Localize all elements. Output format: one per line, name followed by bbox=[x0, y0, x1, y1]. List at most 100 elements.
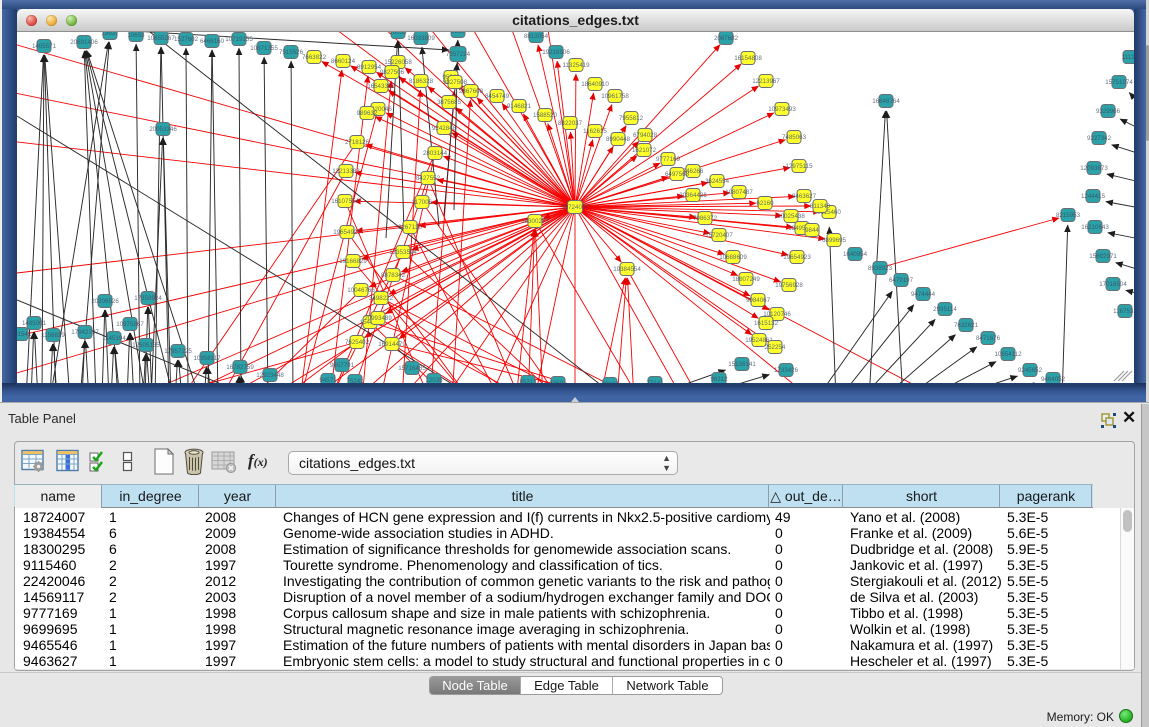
svg-text:3267130: 3267130 bbox=[398, 224, 423, 231]
svg-text:3498222: 3498222 bbox=[369, 295, 394, 302]
svg-text:17957225: 17957225 bbox=[164, 348, 192, 355]
svg-text:20364436: 20364436 bbox=[679, 192, 707, 199]
svg-text:10719155: 10719155 bbox=[225, 36, 253, 43]
svg-text:8454749: 8454749 bbox=[485, 93, 510, 100]
svg-text:9464052: 9464052 bbox=[1041, 376, 1066, 383]
svg-text:9245652: 9245652 bbox=[1018, 367, 1043, 374]
svg-text:10046766: 10046766 bbox=[347, 287, 375, 294]
svg-text:3624554: 3624554 bbox=[705, 178, 730, 185]
svg-text:16648764: 16648764 bbox=[872, 98, 900, 105]
svg-text:9657791: 9657791 bbox=[330, 362, 355, 369]
svg-text:10958117: 10958117 bbox=[193, 355, 221, 362]
svg-text:8878342: 8878342 bbox=[381, 272, 406, 279]
svg-text:8215953: 8215953 bbox=[1056, 212, 1081, 219]
svg-text:19218506: 19218506 bbox=[542, 49, 570, 56]
svg-text:9463627: 9463627 bbox=[792, 193, 817, 200]
svg-text:1156829: 1156829 bbox=[41, 332, 65, 339]
svg-text:1244415: 1244415 bbox=[1081, 193, 1106, 200]
svg-text:17359924: 17359924 bbox=[134, 295, 162, 302]
svg-text:7625402: 7625402 bbox=[345, 339, 370, 346]
svg-text:10653: 10653 bbox=[127, 32, 145, 39]
svg-text:10807487: 10807487 bbox=[725, 189, 753, 196]
svg-text:6794028: 6794028 bbox=[633, 132, 658, 139]
svg-text:12035: 12035 bbox=[425, 377, 443, 383]
svg-text:117006: 117006 bbox=[412, 199, 433, 206]
svg-text:19654923: 19654923 bbox=[783, 254, 811, 261]
svg-text:2718126: 2718126 bbox=[345, 139, 370, 146]
svg-text:20691406: 20691406 bbox=[70, 39, 98, 46]
svg-text:12975115: 12975115 bbox=[785, 163, 813, 170]
svg-text:1485001: 1485001 bbox=[22, 320, 47, 327]
svg-text:2935114: 2935114 bbox=[933, 306, 957, 313]
svg-text:12213383: 12213383 bbox=[332, 168, 360, 175]
svg-text:17942737: 17942737 bbox=[71, 329, 99, 336]
svg-text:77141: 77141 bbox=[646, 380, 664, 383]
svg-text:391541: 391541 bbox=[17, 331, 32, 338]
svg-text:18807249: 18807249 bbox=[732, 276, 760, 283]
svg-text:16033: 16033 bbox=[389, 32, 407, 36]
svg-text:8938923: 8938923 bbox=[868, 265, 893, 272]
svg-text:10961758: 10961758 bbox=[601, 93, 629, 100]
svg-text:16543382: 16543382 bbox=[367, 83, 395, 90]
svg-text:9327508: 9327508 bbox=[443, 79, 468, 86]
svg-text:9329966: 9329966 bbox=[1096, 108, 1121, 115]
svg-text:15751074: 15751074 bbox=[1105, 79, 1133, 86]
svg-text:9844: 9844 bbox=[805, 227, 819, 234]
svg-text:9777169: 9777169 bbox=[656, 156, 681, 163]
svg-text:16033809: 16033809 bbox=[407, 35, 435, 42]
svg-text:16154808: 16154808 bbox=[734, 55, 762, 62]
svg-text:11325419: 11325419 bbox=[562, 62, 590, 69]
svg-text:7515526: 7515526 bbox=[279, 49, 304, 56]
svg-text:8912954: 8912954 bbox=[357, 64, 382, 71]
svg-text:1640954: 1640954 bbox=[843, 251, 868, 258]
svg-text:1162615: 1162615 bbox=[583, 128, 607, 135]
svg-text:75241: 75241 bbox=[346, 378, 364, 383]
svg-text:1733426: 1733426 bbox=[774, 367, 799, 374]
svg-text:19654925: 19654925 bbox=[333, 229, 361, 236]
svg-text:1588520: 1588520 bbox=[533, 112, 558, 119]
svg-text:989632: 989632 bbox=[357, 110, 378, 117]
svg-text:7955812: 7955812 bbox=[619, 115, 644, 122]
svg-text:19937: 19937 bbox=[101, 32, 119, 37]
svg-text:1615132: 1615132 bbox=[754, 320, 779, 327]
svg-text:12923448: 12923448 bbox=[256, 372, 284, 379]
svg-text:6497568: 6497568 bbox=[665, 171, 690, 178]
svg-text:1621072: 1621072 bbox=[632, 147, 657, 154]
svg-text:12093873: 12093873 bbox=[1080, 165, 1108, 172]
svg-text:10655267: 10655267 bbox=[147, 35, 175, 42]
svg-text:6479197: 6479197 bbox=[889, 277, 914, 284]
svg-text:20993489: 20993489 bbox=[364, 315, 392, 322]
svg-text:15692971: 15692971 bbox=[1089, 253, 1117, 260]
svg-text:6899695: 6899695 bbox=[822, 237, 847, 244]
svg-text:12505135: 12505135 bbox=[132, 342, 160, 349]
svg-text:12353594: 12353594 bbox=[389, 249, 417, 256]
svg-text:18640910: 18640910 bbox=[581, 81, 609, 88]
svg-text:19756928: 19756928 bbox=[775, 282, 803, 289]
svg-text:33501: 33501 bbox=[549, 380, 567, 383]
svg-text:8660124: 8660124 bbox=[331, 58, 356, 65]
svg-text:9563: 9563 bbox=[451, 32, 465, 35]
svg-text:10025438: 10025438 bbox=[777, 213, 805, 220]
svg-text:94571: 94571 bbox=[319, 377, 337, 383]
svg-text:6466160: 6466160 bbox=[200, 38, 225, 45]
svg-text:10688609: 10688609 bbox=[719, 254, 747, 261]
svg-text:7357224: 7357224 bbox=[446, 51, 471, 58]
svg-text:10973493: 10973493 bbox=[768, 106, 796, 113]
svg-text:811340: 811340 bbox=[810, 203, 831, 210]
svg-text:96312: 96312 bbox=[710, 376, 728, 383]
svg-text:7986372: 7986372 bbox=[693, 215, 718, 222]
svg-text:9146821: 9146821 bbox=[507, 103, 532, 110]
svg-text:85213: 85213 bbox=[519, 379, 537, 383]
svg-text:1145194: 1145194 bbox=[102, 335, 126, 342]
svg-text:9474444: 9474444 bbox=[911, 291, 936, 298]
svg-text:15716485: 15716485 bbox=[398, 365, 426, 372]
svg-text:20184: 20184 bbox=[601, 381, 619, 383]
svg-text:9827506: 9827506 bbox=[380, 69, 405, 76]
svg-text:8322037: 8322037 bbox=[558, 120, 583, 127]
svg-text:16914479: 16914479 bbox=[378, 341, 406, 348]
svg-text:16107554: 16107554 bbox=[331, 198, 359, 205]
svg-text:16210643: 16210643 bbox=[1081, 224, 1109, 231]
svg-text:8427552: 8427552 bbox=[416, 175, 441, 182]
svg-text:11123: 11123 bbox=[1122, 54, 1134, 61]
svg-text:252254: 252254 bbox=[765, 344, 786, 351]
